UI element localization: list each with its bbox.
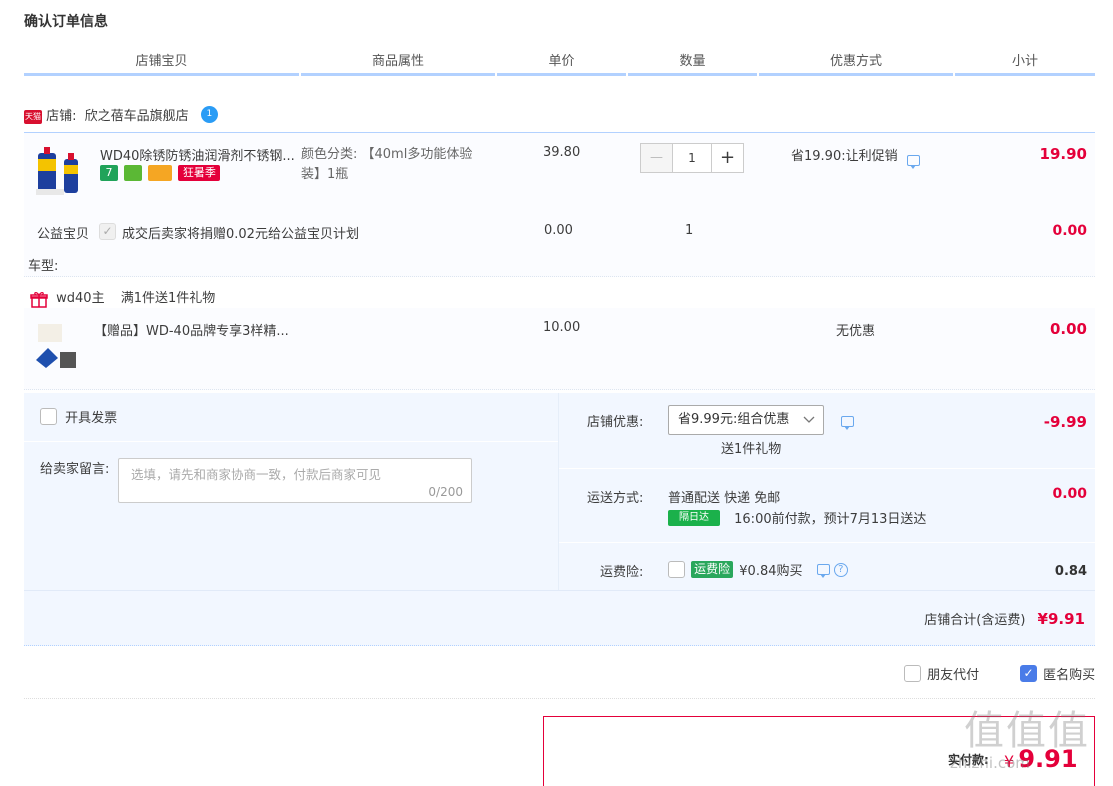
gift-icon (30, 291, 48, 308)
insurance-text: ¥0.84购买 (739, 564, 803, 579)
insurance-label: 运费险: (600, 565, 644, 580)
divider (24, 590, 1095, 591)
divider (24, 698, 1095, 699)
gift-price: 10.00 (543, 320, 581, 335)
invoice-label: 开具发票 (65, 411, 118, 426)
delivery-method: 普通配送 快递 免邮 (668, 491, 781, 506)
tmall-icon: 天猫 (24, 109, 42, 124)
divider (559, 542, 1095, 543)
shop-discount-select[interactable]: 省9.99元:组合优惠 (668, 405, 824, 435)
divider (24, 441, 558, 442)
gift-thumbnail[interactable] (34, 320, 84, 370)
shop-total-label: 店铺合计(含运费) (924, 613, 1026, 628)
site-watermark-url: zhizhi.com (950, 754, 1030, 772)
shop-total-row: 店铺合计(含运费) ¥9.91 (924, 609, 1085, 628)
col-header-item: 店铺宝贝 (24, 50, 299, 76)
order-item-block: WD40除锈防锈油润滑剂不锈钢... 7 狂暑季 颜色分类: 【40ml多功能体… (24, 132, 1095, 277)
help-icon[interactable]: ? (833, 562, 848, 577)
delivery-eta: 16:00前付款，预计7月13日送达 (734, 512, 927, 527)
left-options: 开具发票 给卖家留言: 选填，请先和商家协商一致，付款后商家可见 0/200 (24, 393, 558, 590)
summer-sale-tag: 狂暑季 (178, 165, 221, 181)
friend-pay-option[interactable]: 朋友代付 (904, 664, 979, 683)
wangwang-chat-icon[interactable]: 1 (200, 106, 218, 123)
product-thumbnail[interactable] (36, 145, 86, 195)
insurance-row: 运费险 ¥0.84购买 ? (668, 560, 848, 579)
delivery-eta-row: 隔日达 16:00前付款，预计7月13日送达 (668, 508, 926, 527)
next-day-badge: 隔日达 (668, 509, 720, 526)
shop-discount-label: 店铺优惠: (587, 415, 644, 430)
invoice-option[interactable]: 开具发票 (40, 407, 117, 426)
col-header-subtotal: 小计 (955, 50, 1095, 76)
chevron-down-icon (803, 416, 815, 423)
insurance-badge: 运费险 (691, 561, 734, 578)
charity-checkbox: ✓ (99, 223, 116, 240)
charity-qty: 1 (685, 223, 694, 238)
anonymous-option[interactable]: ✓ 匿名购买 (1020, 664, 1095, 683)
discount-info-icon[interactable] (841, 416, 854, 430)
divider (559, 468, 1095, 469)
charity-label: 公益宝贝 (37, 227, 90, 242)
invoice-checkbox[interactable] (40, 408, 57, 425)
wd40-can-icon (36, 147, 78, 195)
message-label: 给卖家留言: (40, 462, 110, 477)
shop-label: 店铺: (46, 109, 77, 124)
shop-total-amount: ¥9.91 (1037, 610, 1085, 628)
shop-discount-selected: 省9.99元:组合优惠 (678, 412, 790, 427)
charity-subtotal: 0.00 (1052, 223, 1087, 239)
quantity-stepper: — 1 + (640, 143, 744, 173)
insurance-checkbox[interactable] (668, 561, 685, 578)
unit-price: 39.80 (543, 145, 581, 160)
message-textarea[interactable]: 选填，请先和商家协商一致，付款后商家可见 0/200 (118, 458, 472, 503)
gift-subtotal: 0.00 (1049, 320, 1087, 338)
shop-name[interactable]: 欣之蓓车品旗舰店 (85, 109, 189, 124)
shop-row: 天猫 店铺: 欣之蓓车品旗舰店 1 (24, 106, 218, 128)
delivery-amount: 0.00 (1052, 486, 1087, 502)
promo-info-icon[interactable] (907, 155, 920, 169)
seven-day-return-icon: 7 (100, 165, 118, 181)
item-subtotal: 19.90 (1039, 145, 1087, 163)
friend-pay-checkbox[interactable] (904, 665, 921, 682)
col-header-qty: 数量 (628, 50, 757, 76)
col-header-price: 单价 (497, 50, 626, 76)
shop-discount-note: 送1件礼物 (721, 442, 782, 457)
col-header-discount: 优惠方式 (759, 50, 953, 76)
delivery-label: 运送方式: (587, 491, 644, 506)
message-counter: 0/200 (428, 485, 463, 499)
page-title: 确认订单信息 (24, 14, 108, 30)
product-tags: 7 狂暑季 (100, 165, 222, 181)
gift-item-block: 【赠品】WD-40品牌专享3样精... 10.00 无优惠 0.00 (24, 308, 1095, 390)
gift-group-prefix: wd40主 (56, 291, 105, 306)
insurance-amount: 0.84 (1054, 564, 1087, 579)
qty-input[interactable]: 1 (672, 143, 712, 173)
gift-group-rule: 满1件送1件礼物 (120, 291, 216, 306)
anonymous-checkbox[interactable]: ✓ (1020, 665, 1037, 682)
col-header-attr: 商品属性 (301, 50, 495, 76)
gift-group-row: wd40主 满1件送1件礼物 (30, 289, 215, 309)
anonymous-label: 匿名购买 (1043, 668, 1096, 683)
gift-product-icon (36, 324, 76, 368)
charity-text: 成交后卖家将捐赠0.02元给公益宝贝计划 (122, 227, 359, 242)
site-watermark: 值值值 (964, 708, 1090, 754)
product-name[interactable]: WD40除锈防锈油润滑剂不锈钢... (100, 145, 300, 164)
qty-minus-button[interactable]: — (640, 143, 673, 173)
table-header: 店铺宝贝 商品属性 单价 数量 优惠方式 小计 (24, 50, 1095, 76)
shop-discount-amount: -9.99 (1043, 413, 1087, 431)
product-attribute: 颜色分类: 【40ml多功能体验装】1瓶 (301, 147, 473, 182)
car-type-label: 车型: (28, 259, 59, 274)
order-options-panel: 开具发票 给卖家留言: 选填，请先和商家协商一致，付款后商家可见 0/200 店… (24, 393, 1095, 646)
gift-name[interactable]: 【赠品】WD-40品牌专享3样精... (94, 320, 289, 339)
credit-card-icon (148, 165, 173, 181)
right-options: 店铺优惠: 省9.99元:组合优惠 送1件礼物 -9.99 运送方式: 普通配送… (558, 393, 1095, 590)
insurance-chat-icon[interactable] (816, 564, 830, 578)
friend-pay-label: 朋友代付 (927, 668, 980, 683)
warranty-icon (124, 165, 143, 181)
promotion-text: 省19.90:让利促销 (791, 149, 898, 164)
qty-plus-button[interactable]: + (711, 143, 744, 173)
charity-price: 0.00 (544, 223, 573, 238)
message-placeholder: 选填，请先和商家协商一致，付款后商家可见 (131, 467, 382, 482)
gift-promo: 无优惠 (836, 324, 876, 339)
